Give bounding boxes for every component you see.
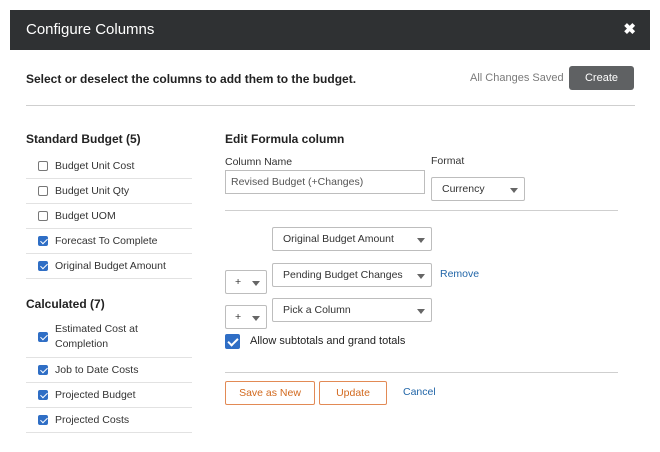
column-option-job-to-date-costs[interactable]: Job to Date Costs xyxy=(26,358,192,383)
dialog-title: Configure Columns xyxy=(26,21,155,38)
column-option-label: Job to Date Costs xyxy=(55,363,139,376)
column-name-input[interactable]: Revised Budget (+Changes) xyxy=(225,170,425,194)
column-option-label: Estimated Cost at Completion xyxy=(55,322,138,350)
checkbox-checked[interactable] xyxy=(38,390,48,400)
column-option-label: Projected Costs xyxy=(55,413,130,426)
chevron-down-icon xyxy=(417,238,425,243)
instruction-text: Select or deselect the columns to add th… xyxy=(26,72,357,86)
column-option-original-budget-amount[interactable]: Original Budget Amount xyxy=(26,254,192,279)
subtotals-checkbox[interactable] xyxy=(225,334,240,349)
chevron-down-icon xyxy=(417,309,425,314)
editor-divider xyxy=(225,210,618,211)
header-divider xyxy=(26,105,635,106)
chevron-down-icon xyxy=(252,281,260,286)
checkbox-checked[interactable] xyxy=(38,365,48,375)
checkbox-checked[interactable] xyxy=(38,236,48,246)
format-label: Format xyxy=(431,155,465,167)
column-option-label: Budget UOM xyxy=(55,209,116,222)
subtotals-label: Allow subtotals and grand totals xyxy=(250,335,406,347)
configure-columns-dialog: Configure Columns ✖ Select or deselect t… xyxy=(10,10,650,442)
column-option-label: Budget Unit Qty xyxy=(55,184,130,197)
chevron-down-icon xyxy=(417,274,425,279)
update-button[interactable]: Update xyxy=(319,381,387,405)
column-name-label: Column Name xyxy=(225,156,293,168)
chevron-down-icon xyxy=(252,316,260,321)
operator-value: + xyxy=(235,276,242,288)
column-option-projected-costs[interactable]: Projected Costs xyxy=(26,408,192,433)
checkbox[interactable] xyxy=(38,186,48,196)
checkbox[interactable] xyxy=(38,211,48,221)
column-option-budget-uom[interactable]: Budget UOM xyxy=(26,204,192,229)
column-option-label: Forecast To Complete xyxy=(55,234,158,247)
column-option-budget-unit-cost[interactable]: Budget Unit Cost xyxy=(26,154,192,179)
formula-column-select-2[interactable]: Pending Budget Changes xyxy=(272,263,432,287)
operator-value: + xyxy=(235,311,242,323)
format-select-value: Currency xyxy=(442,183,485,195)
formula-column-select-3[interactable]: Pick a Column xyxy=(272,298,432,322)
formula-column-value: Pending Budget Changes xyxy=(283,269,403,281)
close-icon[interactable]: ✖ xyxy=(623,20,636,38)
column-option-label: Projected Budget xyxy=(55,388,136,401)
edit-formula-heading: Edit Formula column xyxy=(225,132,345,146)
column-option-label: Budget Unit Cost xyxy=(55,159,135,172)
formula-column-value: Pick a Column xyxy=(283,304,351,316)
top-bar: Select or deselect the columns to add th… xyxy=(10,50,650,105)
operator-select-3[interactable]: + xyxy=(225,305,267,329)
chevron-down-icon xyxy=(510,188,518,193)
formula-column-select-1[interactable]: Original Budget Amount xyxy=(272,227,432,251)
column-option-projected-budget[interactable]: Projected Budget xyxy=(26,383,192,408)
actions-divider xyxy=(225,372,618,373)
operator-select-2[interactable]: + xyxy=(225,270,267,294)
calculated-heading: Calculated (7) xyxy=(26,297,105,311)
remove-link[interactable]: Remove xyxy=(440,268,479,280)
column-option-label: Original Budget Amount xyxy=(55,259,166,272)
cancel-link[interactable]: Cancel xyxy=(403,386,436,398)
column-option-estimated-cost-at-completion[interactable]: Estimated Cost at Completion xyxy=(26,316,192,358)
save-as-new-button[interactable]: Save as New xyxy=(225,381,315,405)
dialog-header: Configure Columns ✖ xyxy=(10,10,650,50)
saved-status: All Changes Saved xyxy=(470,72,564,84)
checkbox-checked[interactable] xyxy=(38,415,48,425)
create-button[interactable]: Create xyxy=(569,66,634,90)
checkbox[interactable] xyxy=(38,161,48,171)
format-select[interactable]: Currency xyxy=(431,177,525,201)
column-option-budget-unit-qty[interactable]: Budget Unit Qty xyxy=(26,179,192,204)
formula-column-value: Original Budget Amount xyxy=(283,233,394,245)
column-option-forecast-to-complete[interactable]: Forecast To Complete xyxy=(26,229,192,254)
standard-budget-heading: Standard Budget (5) xyxy=(26,132,141,146)
checkbox-checked[interactable] xyxy=(38,331,48,342)
checkbox-checked[interactable] xyxy=(38,261,48,271)
